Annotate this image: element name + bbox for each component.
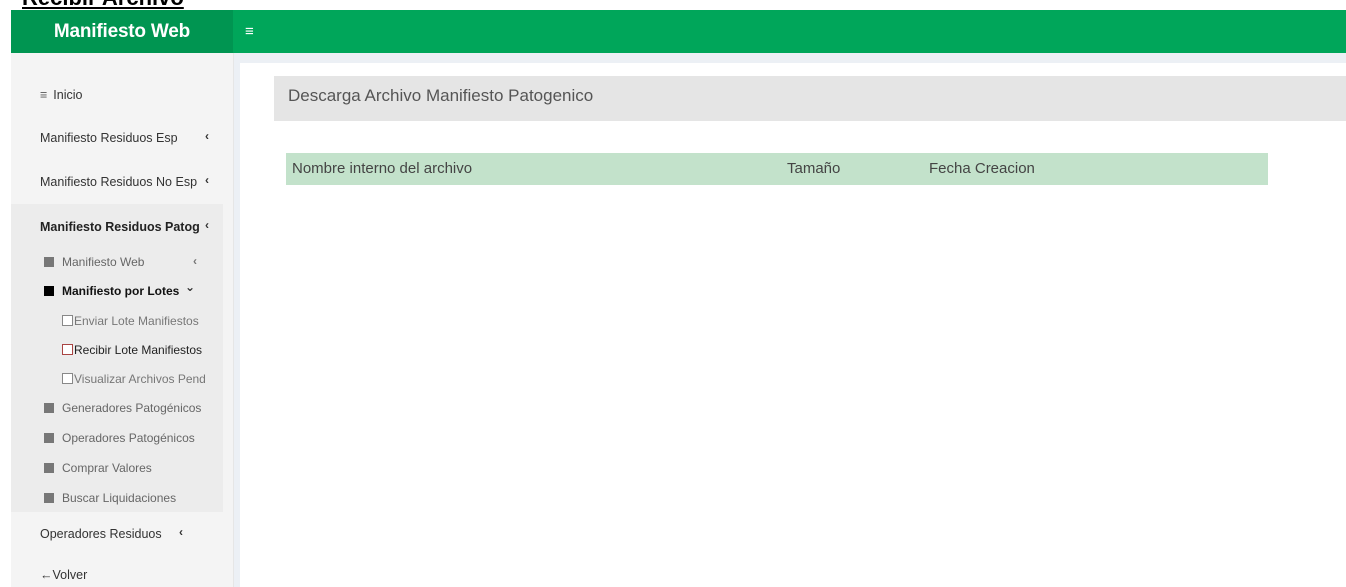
sidebar-item-label: Operadores Patogénicos: [62, 431, 195, 445]
sidebar-item-residuos-patog[interactable]: Manifiesto Residuos Patog ‹: [11, 218, 233, 238]
sidebar-item-operadores-patog[interactable]: Operadores Patogénicos: [11, 431, 233, 447]
sidebar-item-label: Inicio: [53, 88, 83, 102]
sidebar-item-inicio[interactable]: ≡ Inicio: [11, 88, 233, 106]
chevron-down-icon: ⌄: [185, 280, 196, 294]
sidebar-item-enviar-lote[interactable]: Enviar Lote Manifiestos: [11, 314, 233, 329]
top-navbar: Manifiesto Web ≡: [11, 10, 1346, 53]
chevron-left-icon: ‹: [205, 218, 209, 232]
sidebar-item-comprar-valores[interactable]: Comprar Valores: [11, 461, 233, 477]
document-caption: Recibir Archivo: [22, 0, 184, 10]
sidebar-item-manifiesto-por-lotes[interactable]: Manifiesto por Lotes ⌄: [11, 280, 233, 300]
sidebar-item-label: Manifiesto Web: [62, 255, 145, 269]
sidebar-item-visualizar-archivos[interactable]: Visualizar Archivos Pend: [11, 372, 233, 387]
square-icon: [44, 403, 54, 413]
square-icon: [44, 493, 54, 503]
chevron-left-icon: ‹: [205, 129, 209, 143]
sidebar-item-label: Comprar Valores: [62, 461, 152, 475]
sidebar-item-label: Recibir Lote Manifiestos: [74, 343, 203, 357]
sidebar-item-label: Manifiesto por Lotes: [62, 284, 180, 298]
column-header-nombre: Nombre interno del archivo: [292, 160, 473, 177]
sidebar-item-manifiesto-web[interactable]: Manifiesto Web ‹: [11, 254, 233, 271]
sidebar-item-label: Manifiesto Residuos No Esp: [40, 175, 198, 189]
list-icon: ≡: [40, 88, 48, 102]
chevron-left-icon: ‹: [193, 254, 197, 268]
sidebar-toggle-icon[interactable]: ≡: [245, 10, 254, 53]
sidebar-item-label: Enviar Lote Manifiestos: [74, 314, 199, 328]
sidebar-item-operadores-residuos[interactable]: Operadores Residuos ‹: [11, 525, 233, 545]
sidebar-item-label: Generadores Patogénicos: [62, 401, 202, 415]
checkbox-icon: [62, 344, 73, 355]
sidebar-item-label: Operadores Residuos: [40, 527, 162, 541]
page-title: Descarga Archivo Manifiesto Patogenico: [274, 76, 1346, 121]
volver-link[interactable]: ←Volver: [11, 568, 233, 586]
sidebar-item-label: Manifiesto Residuos Esp: [40, 131, 178, 145]
sidebar-item-label: Visualizar Archivos Pend: [74, 372, 206, 386]
sidebar-item-label: Manifiesto Residuos Patog: [40, 220, 200, 234]
sidebar-item-residuos-esp[interactable]: Manifiesto Residuos Esp ‹: [11, 129, 233, 149]
sidebar-item-label: Buscar Liquidaciones: [62, 491, 177, 505]
sidebar-item-generadores[interactable]: Generadores Patogénicos: [11, 401, 233, 417]
column-header-tamano: Tamaño: [787, 160, 841, 177]
sidebar-item-label: ←Volver: [40, 568, 88, 582]
sidebar-item-buscar-liquidaciones[interactable]: Buscar Liquidaciones: [11, 491, 233, 507]
square-icon: [44, 257, 54, 267]
sidebar-item-residuos-no-esp[interactable]: Manifiesto Residuos No Esp ‹: [11, 173, 233, 193]
checkbox-icon: [62, 373, 73, 384]
sidebar-item-recibir-lote[interactable]: Recibir Lote Manifiestos: [11, 343, 233, 358]
content-panel: Descarga Archivo Manifiesto Patogenico N…: [240, 63, 1346, 587]
content-area: Descarga Archivo Manifiesto Patogenico N…: [234, 53, 1346, 587]
column-header-fecha: Fecha Creacion: [929, 160, 1035, 177]
square-icon: [44, 286, 54, 296]
chevron-left-icon: ‹: [179, 525, 183, 539]
chevron-left-icon: ‹: [205, 173, 209, 187]
square-icon: [44, 433, 54, 443]
files-table-header: Nombre interno del archivo Tamaño Fecha …: [286, 153, 1268, 185]
brand-logo[interactable]: Manifiesto Web: [11, 10, 233, 53]
checkbox-icon: [62, 315, 73, 326]
square-icon: [44, 463, 54, 473]
